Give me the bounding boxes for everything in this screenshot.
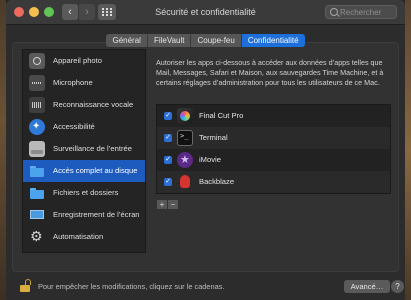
app-row-backblaze[interactable]: ✓ Backblaze <box>157 171 390 193</box>
sidebar-item-label: Microphone <box>53 78 93 87</box>
screen-recording-icon <box>29 207 45 223</box>
footer-bar: Pour empêcher les modifications, cliquez… <box>6 276 405 298</box>
search-field[interactable] <box>325 5 397 19</box>
microphone-icon <box>29 75 45 91</box>
lock-hint-text: Pour empêcher les modifications, cliquez… <box>38 282 225 291</box>
desktop-wallpaper-right <box>405 0 411 300</box>
folder-icon <box>29 185 45 201</box>
sidebar-item-label: Appareil photo <box>53 56 102 65</box>
app-checkbox[interactable]: ✓ <box>164 112 172 120</box>
add-remove-controls: + − <box>157 200 179 210</box>
advanced-button[interactable]: Avancé… <box>344 280 390 293</box>
app-list: ✓ Final Cut Pro ✓ Terminal ✓ iMovie ✓ Ba… <box>156 104 391 194</box>
sidebar-item-input-monitoring[interactable]: Surveillance de l’entrée <box>23 138 145 160</box>
sidebar-item-speech-recognition[interactable]: Reconnaissance vocale <box>23 94 145 116</box>
app-name: Terminal <box>199 133 228 142</box>
close-window-button[interactable] <box>14 7 24 17</box>
tab-bar: Général FileVault Coupe-feu Confidentialité <box>6 34 405 48</box>
tab-general[interactable]: Général <box>106 34 148 47</box>
add-app-button[interactable]: + <box>157 200 167 209</box>
tab-firewall[interactable]: Coupe-feu <box>191 34 242 47</box>
sidebar-item-label: Accès complet au disque <box>53 166 138 175</box>
tab-filevault[interactable]: FileVault <box>147 34 192 47</box>
full-disk-access-description: Autoriser les apps ci-dessous à accéder … <box>156 58 384 87</box>
app-row-terminal[interactable]: ✓ Terminal <box>157 127 390 149</box>
sidebar-item-camera[interactable]: Appareil photo <box>23 50 145 72</box>
search-icon <box>330 8 338 16</box>
final-cut-pro-icon <box>177 108 193 124</box>
sidebar-item-label: Automatisation <box>53 232 104 241</box>
terminal-icon <box>177 130 193 146</box>
help-button[interactable]: ? <box>391 280 404 293</box>
lock-icon[interactable] <box>20 279 30 292</box>
sidebar-item-label: Reconnaissance vocale <box>53 100 134 109</box>
back-button[interactable]: ‹ <box>62 4 78 20</box>
input-monitoring-icon <box>29 141 45 157</box>
gear-icon <box>29 228 45 245</box>
sidebar-item-accessibility[interactable]: Accessibilité <box>23 116 145 138</box>
remove-app-button[interactable]: − <box>168 200 178 209</box>
backblaze-icon <box>177 174 193 190</box>
forward-button[interactable]: › <box>79 4 95 20</box>
app-name: iMovie <box>199 155 221 164</box>
show-all-grid-button[interactable] <box>98 4 116 20</box>
sidebar-item-microphone[interactable]: Microphone <box>23 72 145 94</box>
accessibility-icon <box>29 119 45 135</box>
preferences-window: ‹ › Sécurité et confidentialité GénéralF… <box>6 0 405 300</box>
sidebar-item-full-disk-access[interactable]: Accès complet au disque <box>23 160 145 182</box>
app-row-final-cut-pro[interactable]: ✓ Final Cut Pro <box>157 105 390 127</box>
app-checkbox[interactable]: ✓ <box>164 134 172 142</box>
app-checkbox[interactable]: ✓ <box>164 178 172 186</box>
privacy-category-list: Appareil photo Microphone Reconnaissance… <box>22 49 146 253</box>
app-name: Backblaze <box>199 177 235 186</box>
speech-recognition-icon <box>29 97 45 113</box>
app-checkbox[interactable]: ✓ <box>164 156 172 164</box>
search-input[interactable] <box>340 6 394 18</box>
app-row-imovie[interactable]: ✓ iMovie <box>157 149 390 171</box>
minimize-window-button[interactable] <box>29 7 39 17</box>
window-title: Sécurité et confidentialité <box>155 7 256 17</box>
sidebar-item-label: Accessibilité <box>53 122 95 131</box>
folder-icon <box>29 163 45 179</box>
app-name: Final Cut Pro <box>199 111 244 120</box>
sidebar-item-files-and-folders[interactable]: Fichiers et dossiers <box>23 182 145 204</box>
sidebar-item-automation[interactable]: Automatisation <box>23 226 145 248</box>
sidebar-item-screen-recording[interactable]: Enregistrement de l’écran <box>23 204 145 226</box>
imovie-icon <box>177 152 193 168</box>
camera-icon <box>29 53 45 69</box>
title-bar: ‹ › Sécurité et confidentialité <box>6 0 405 25</box>
tab-privacy[interactable]: Confidentialité <box>241 34 305 47</box>
sidebar-item-label: Surveillance de l’entrée <box>53 144 132 153</box>
zoom-window-button[interactable] <box>44 7 54 17</box>
sidebar-item-label: Enregistrement de l’écran <box>53 210 140 219</box>
sidebar-item-label: Fichiers et dossiers <box>53 188 119 197</box>
